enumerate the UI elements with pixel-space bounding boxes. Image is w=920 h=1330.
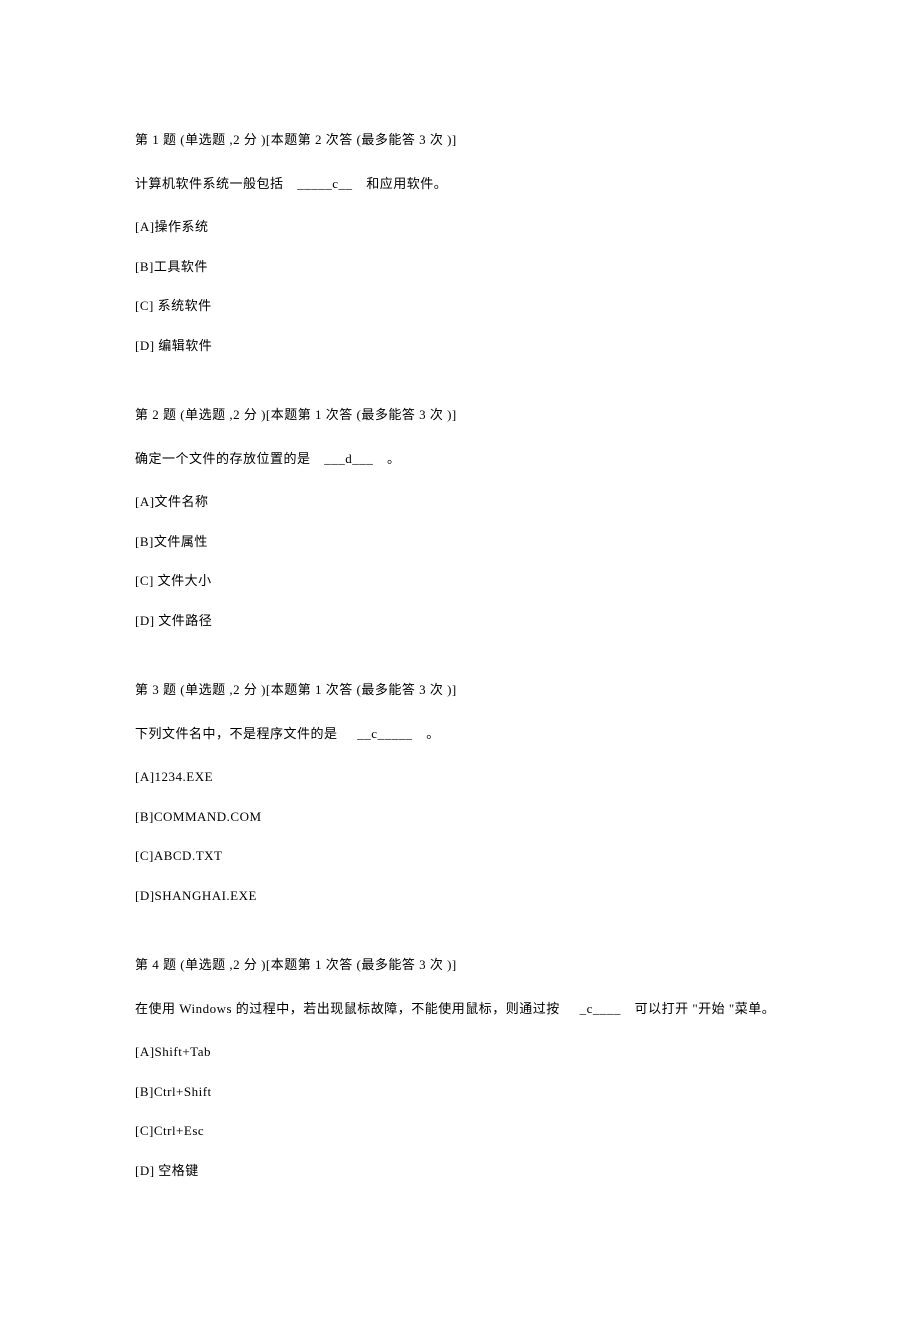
option-c: [C] 文件大小 xyxy=(135,571,785,591)
stem-post: 和应用软件。 xyxy=(366,176,447,191)
option-b: [B]Ctrl+Shift xyxy=(135,1082,785,1102)
option-a: [A]文件名称 xyxy=(135,492,785,512)
option-a: [A]Shift+Tab xyxy=(135,1042,785,1062)
option-c: [C]ABCD.TXT xyxy=(135,846,785,866)
option-d: [D] 编辑软件 xyxy=(135,336,785,356)
option-b: [B]文件属性 xyxy=(135,532,785,552)
stem-pre: 在使用 Windows 的过程中，若出现鼠标故障，不能使用鼠标，则通过按 xyxy=(135,1001,560,1016)
option-b: [B]工具软件 xyxy=(135,257,785,277)
stem-blank: _c____ xyxy=(580,1001,621,1016)
question-header: 第 3 题 (单选题 ,2 分 )[本题第 1 次答 (最多能答 3 次 )] xyxy=(135,680,785,700)
question-stem: 确定一个文件的存放位置的是 ___d___ 。 xyxy=(135,449,785,469)
question-header: 第 2 题 (单选题 ,2 分 )[本题第 1 次答 (最多能答 3 次 )] xyxy=(135,405,785,425)
option-b: [B]COMMAND.COM xyxy=(135,807,785,827)
option-a: [A]操作系统 xyxy=(135,217,785,237)
question-header: 第 4 题 (单选题 ,2 分 )[本题第 1 次答 (最多能答 3 次 )] xyxy=(135,955,785,975)
stem-post: 。 xyxy=(387,451,401,466)
stem-pre: 确定一个文件的存放位置的是 xyxy=(135,451,311,466)
stem-post: 。 xyxy=(426,726,440,741)
question-2: 第 2 题 (单选题 ,2 分 )[本题第 1 次答 (最多能答 3 次 )] … xyxy=(135,405,785,630)
option-c: [C] 系统软件 xyxy=(135,296,785,316)
stem-blank: __c_____ xyxy=(357,726,412,741)
question-stem: 在使用 Windows 的过程中，若出现鼠标故障，不能使用鼠标，则通过按 _c_… xyxy=(135,999,785,1019)
question-4: 第 4 题 (单选题 ,2 分 )[本题第 1 次答 (最多能答 3 次 )] … xyxy=(135,955,785,1180)
question-header: 第 1 题 (单选题 ,2 分 )[本题第 2 次答 (最多能答 3 次 )] xyxy=(135,130,785,150)
stem-pre: 下列文件名中，不是程序文件的是 xyxy=(135,726,338,741)
question-3: 第 3 题 (单选题 ,2 分 )[本题第 1 次答 (最多能答 3 次 )] … xyxy=(135,680,785,905)
stem-pre: 计算机软件系统一般包括 xyxy=(135,176,284,191)
option-c: [C]Ctrl+Esc xyxy=(135,1121,785,1141)
question-stem: 下列文件名中，不是程序文件的是 __c_____ 。 xyxy=(135,724,785,744)
stem-blank: _____c__ xyxy=(297,176,352,191)
question-stem: 计算机软件系统一般包括 _____c__ 和应用软件。 xyxy=(135,174,785,194)
stem-post: 可以打开 "开始 "菜单。 xyxy=(635,1001,776,1016)
option-d: [D] 空格键 xyxy=(135,1161,785,1181)
option-a: [A]1234.EXE xyxy=(135,767,785,787)
option-d: [D]SHANGHAI.EXE xyxy=(135,886,785,906)
stem-blank: ___d___ xyxy=(324,451,373,466)
option-d: [D] 文件路径 xyxy=(135,611,785,631)
question-1: 第 1 题 (单选题 ,2 分 )[本题第 2 次答 (最多能答 3 次 )] … xyxy=(135,130,785,355)
